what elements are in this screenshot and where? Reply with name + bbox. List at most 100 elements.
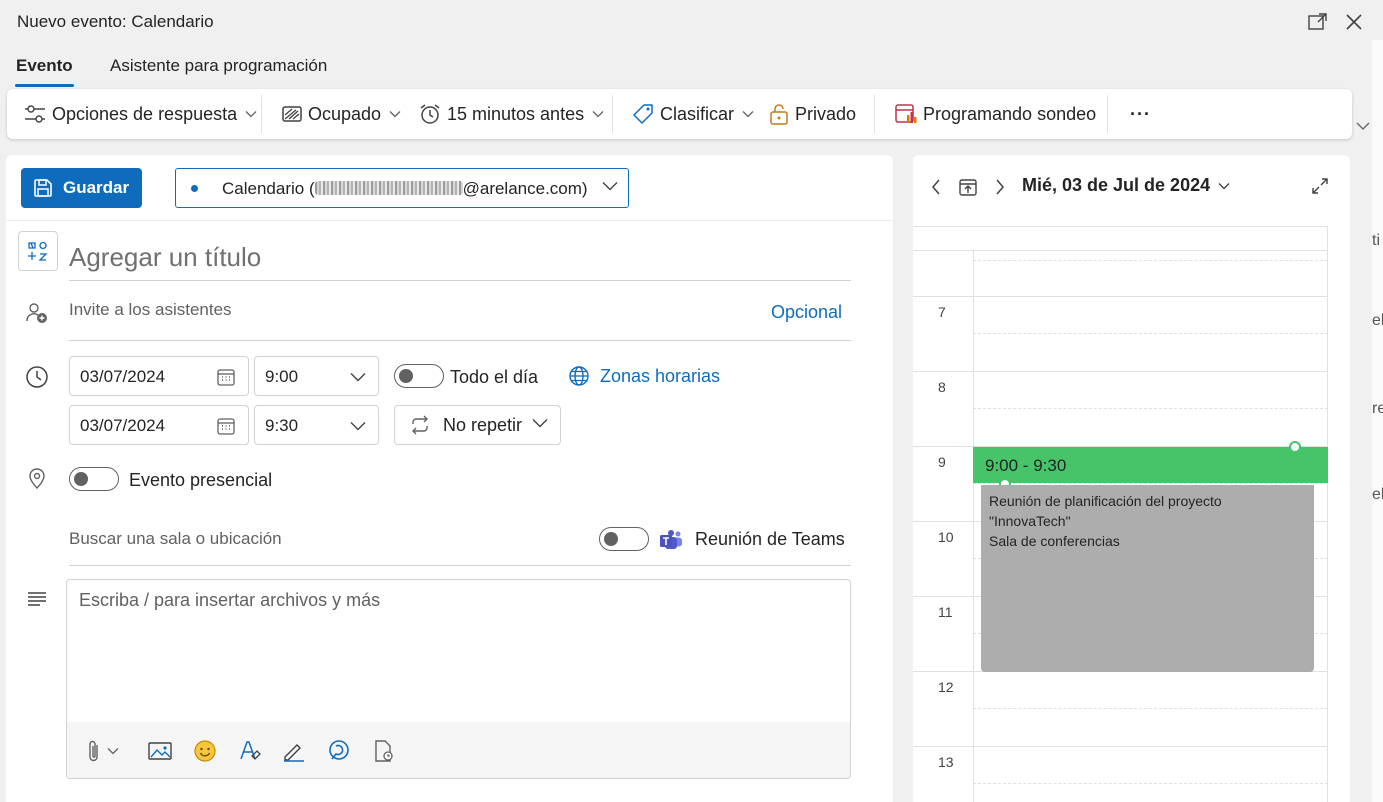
cutoff-text: re bbox=[1372, 400, 1383, 417]
event-resize-handle-top[interactable] bbox=[1289, 441, 1301, 453]
document-icon bbox=[375, 740, 393, 762]
existing-event-title-cont: "InnovaTech" bbox=[989, 513, 1071, 529]
poll-icon bbox=[895, 104, 917, 123]
repeat-label: No repetir bbox=[443, 414, 523, 435]
chevron-down-icon bbox=[1218, 182, 1230, 189]
popout-icon[interactable] bbox=[1306, 10, 1330, 34]
new-event-time-range: 9:00 - 9:30 bbox=[985, 456, 1067, 475]
show-as-button[interactable]: Ocupado bbox=[282, 89, 401, 139]
loop-component-button[interactable] bbox=[327, 738, 351, 764]
grid-line bbox=[913, 296, 1328, 297]
attendees-divider bbox=[69, 340, 851, 341]
categorize-button[interactable]: Clasificar bbox=[632, 89, 754, 139]
reminder-button[interactable]: 15 minutos antes bbox=[419, 89, 604, 139]
new-event-block[interactable]: 9:00 - 9:30 bbox=[973, 447, 1328, 483]
tab-bar: Evento Asistente para programación bbox=[0, 44, 1383, 88]
teams-meeting-toggle[interactable] bbox=[599, 527, 649, 551]
day-calendar-panel: Mié, 03 de Jul de 2024 7 8 9 10 11 12 13… bbox=[913, 155, 1350, 802]
background-window-strip: ti el re el bbox=[1372, 40, 1383, 802]
globe-icon bbox=[569, 366, 589, 386]
emoji-icon bbox=[194, 740, 216, 762]
loop-icon bbox=[329, 740, 349, 760]
all-day-toggle[interactable] bbox=[394, 364, 444, 388]
grid-line bbox=[913, 746, 1328, 747]
insert-image-button[interactable] bbox=[148, 738, 172, 764]
chevron-down-icon bbox=[107, 748, 119, 755]
end-date-value: 03/07/2024 bbox=[80, 416, 166, 435]
ribbon-expand-chevron-icon[interactable] bbox=[1355, 118, 1371, 134]
go-to-today-button[interactable] bbox=[957, 176, 979, 198]
pen-icon bbox=[284, 744, 304, 762]
date-picker-dropdown[interactable]: Mié, 03 de Jul de 2024 bbox=[1022, 175, 1230, 196]
chevron-down-icon bbox=[602, 182, 618, 191]
next-day-button[interactable] bbox=[993, 178, 1007, 196]
location-input[interactable] bbox=[69, 522, 589, 556]
format-painter-button[interactable] bbox=[239, 738, 261, 764]
time-zones-label: Zonas horarias bbox=[600, 365, 721, 386]
save-label: Guardar bbox=[63, 178, 130, 197]
location-pin-icon bbox=[24, 465, 50, 491]
previous-day-button[interactable] bbox=[929, 178, 943, 196]
all-day-label: Todo el día bbox=[450, 367, 539, 387]
end-time-field[interactable]: 9:30 bbox=[254, 405, 379, 445]
existing-event-block[interactable]: Reunión de planificación del proyecto "I… bbox=[981, 485, 1314, 672]
tab-evento[interactable]: Evento bbox=[15, 56, 74, 87]
paperclip-icon bbox=[89, 740, 98, 762]
scheduling-poll-label: Programando sondeo bbox=[923, 103, 1097, 124]
ribbon-divider bbox=[874, 95, 875, 133]
sliders-icon bbox=[25, 105, 45, 123]
body-formatting-toolbar bbox=[67, 722, 850, 778]
text-lines-icon bbox=[24, 586, 50, 612]
attendees-input[interactable] bbox=[69, 293, 749, 327]
start-date-field[interactable]: 03/07/2024 bbox=[69, 356, 249, 396]
start-time-value: 9:00 bbox=[265, 367, 299, 386]
event-body-editor bbox=[66, 579, 851, 779]
response-options-button[interactable]: Opciones de respuesta bbox=[24, 89, 257, 139]
expand-calendar-button[interactable] bbox=[1310, 176, 1330, 196]
chevron-right-icon bbox=[996, 179, 1004, 195]
more-options-button[interactable]: ··· bbox=[1130, 89, 1151, 139]
hour-label: 13 bbox=[938, 754, 954, 770]
redacted-email bbox=[314, 181, 463, 195]
end-date-field[interactable]: 03/07/2024 bbox=[69, 405, 249, 445]
ribbon-divider bbox=[1107, 95, 1108, 133]
chevron-left-icon bbox=[932, 179, 940, 195]
save-button[interactable]: Guardar bbox=[21, 168, 142, 208]
calendar-dropdown[interactable]: Calendario (@arelance.com) bbox=[175, 168, 629, 208]
start-time-field[interactable]: 9:00 bbox=[254, 356, 379, 396]
close-icon[interactable] bbox=[1342, 10, 1366, 34]
ribbon-toolbar: Opciones de respuesta Ocupado 15 minutos… bbox=[7, 89, 1352, 139]
cutoff-text: ti bbox=[1372, 232, 1380, 249]
categorize-label: Clasificar bbox=[660, 103, 735, 124]
window-title: Nuevo evento: Calendario bbox=[17, 12, 214, 31]
private-button[interactable]: Privado bbox=[769, 89, 856, 139]
event-icon-picker[interactable] bbox=[18, 231, 58, 271]
calendar-account-text: Calendario (@arelance.com) bbox=[222, 179, 588, 198]
teams-meeting-label: Reunión de Teams bbox=[695, 529, 845, 549]
hour-label: 7 bbox=[938, 304, 946, 320]
repeat-dropdown[interactable]: No repetir bbox=[394, 405, 561, 445]
tab-asistente-programacion[interactable]: Asistente para programación bbox=[110, 56, 327, 76]
emoji-button[interactable] bbox=[193, 738, 217, 764]
draw-button[interactable] bbox=[282, 738, 306, 764]
cutoff-text: el bbox=[1372, 486, 1383, 503]
event-body-input[interactable] bbox=[67, 580, 850, 722]
attach-button[interactable] bbox=[87, 738, 119, 764]
header-divider bbox=[6, 220, 893, 221]
insert-document-button[interactable] bbox=[373, 738, 395, 764]
optional-attendees-link[interactable]: Opcional bbox=[771, 302, 842, 323]
event-title-input[interactable] bbox=[69, 235, 851, 281]
busy-status-icon bbox=[282, 106, 302, 122]
half-hour-line bbox=[973, 483, 1328, 484]
clock-icon bbox=[24, 364, 50, 390]
teams-icon bbox=[658, 527, 684, 553]
time-zones-link[interactable]: Zonas horarias bbox=[568, 365, 720, 387]
in-person-toggle[interactable] bbox=[69, 467, 119, 491]
grid-right-border bbox=[1327, 227, 1328, 802]
existing-event-location: Sala de conferencias bbox=[989, 533, 1120, 549]
grid-line bbox=[913, 371, 1328, 372]
calendar-icon bbox=[217, 418, 235, 435]
event-form-panel: Guardar Calendario (@arelance.com) Opcio… bbox=[6, 155, 893, 802]
chevron-down-icon bbox=[389, 111, 401, 118]
scheduling-poll-button[interactable]: Programando sondeo bbox=[895, 89, 1096, 139]
